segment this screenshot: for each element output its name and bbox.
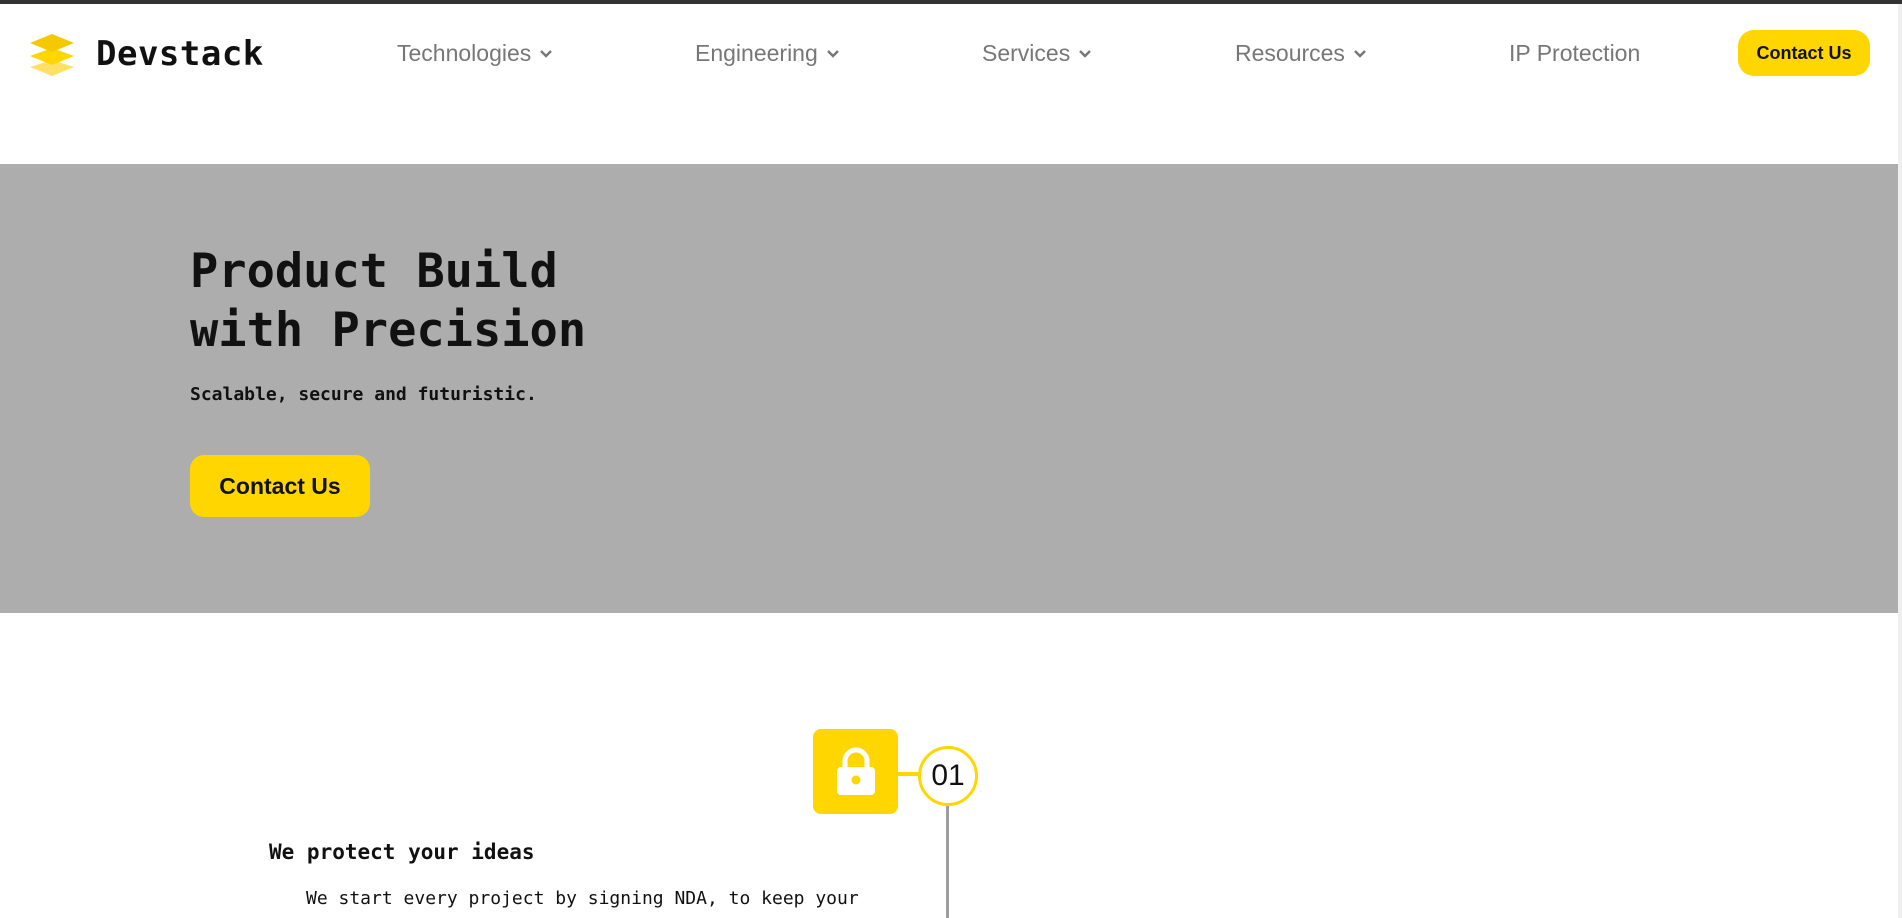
hero-subtitle: Scalable, secure and futuristic. bbox=[190, 384, 537, 405]
feature-description: We start every project by signing NDA, t… bbox=[306, 888, 859, 909]
hero-title-line-2: with Precision bbox=[190, 303, 587, 358]
nav-item-label: IP Protection bbox=[1509, 40, 1641, 66]
layers-icon bbox=[30, 34, 74, 76]
feature-icon-box bbox=[813, 729, 898, 814]
timeline-line bbox=[946, 806, 949, 918]
nav-item-engineering[interactable]: Engineering bbox=[695, 40, 840, 67]
lock-icon bbox=[836, 747, 875, 795]
nav-item-services[interactable]: Services bbox=[982, 40, 1092, 67]
site-header: Devstack Technologies Engineering Servic… bbox=[0, 4, 1898, 164]
nav-item-label: Technologies bbox=[397, 40, 532, 66]
brand-name: Devstack bbox=[96, 34, 264, 74]
nav-item-resources[interactable]: Resources bbox=[1235, 40, 1367, 67]
brand-logo[interactable]: Devstack bbox=[28, 30, 264, 78]
nav-item-label: Services bbox=[982, 40, 1071, 66]
chevron-down-icon bbox=[1079, 49, 1092, 58]
hero-contact-button[interactable]: Contact Us bbox=[190, 455, 370, 517]
step-number-badge: 01 bbox=[918, 746, 978, 806]
nav-item-technologies[interactable]: Technologies bbox=[397, 40, 553, 67]
nav-item-label: Engineering bbox=[695, 40, 818, 66]
feature-title: We protect your ideas bbox=[269, 840, 535, 864]
chevron-down-icon bbox=[826, 49, 839, 58]
hero-title: Product Build with Precision bbox=[190, 242, 586, 360]
chevron-down-icon bbox=[1354, 49, 1366, 58]
timeline-connector bbox=[898, 772, 920, 776]
nav-item-label: Resources bbox=[1235, 40, 1345, 66]
chevron-down-icon bbox=[540, 49, 553, 58]
hero-title-line-1: Product Build bbox=[190, 244, 558, 299]
nav-item-ip-protection[interactable]: IP Protection bbox=[1509, 40, 1640, 67]
header-contact-button[interactable]: Contact Us bbox=[1738, 30, 1870, 76]
hero-section: Product Build with Precision Scalable, s… bbox=[0, 164, 1898, 613]
page-scrollbar[interactable] bbox=[1898, 4, 1902, 918]
